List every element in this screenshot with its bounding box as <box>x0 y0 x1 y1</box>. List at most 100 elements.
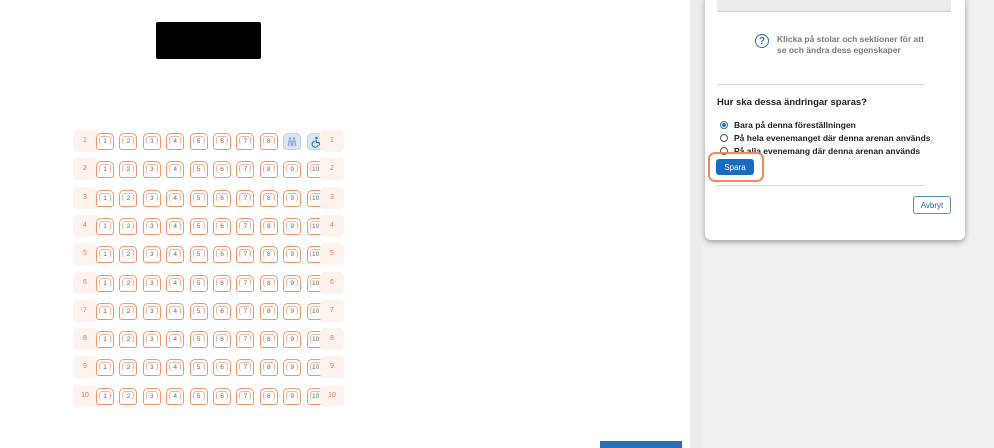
seat[interactable]: 7 <box>236 302 255 320</box>
seat[interactable]: 3 <box>142 189 161 207</box>
seat[interactable]: 3 <box>142 302 161 320</box>
seat[interactable]: 9 <box>283 246 302 264</box>
seat[interactable]: 8 <box>259 161 278 179</box>
seat[interactable]: 3 <box>142 217 161 235</box>
row-label-right[interactable]: 4 <box>326 222 338 229</box>
seat[interactable]: 2 <box>119 331 138 349</box>
seat[interactable]: 3 <box>142 246 161 264</box>
seat[interactable]: 9 <box>283 302 302 320</box>
radio-button[interactable] <box>720 134 728 142</box>
row-label-right[interactable]: 1 <box>326 137 338 144</box>
seat[interactable]: 7 <box>236 246 255 264</box>
seat[interactable]: 8 <box>259 217 278 235</box>
seat[interactable]: 5 <box>189 302 208 320</box>
radio-option-whole-event[interactable]: På hela evenemanget där denna arenan anv… <box>720 133 931 143</box>
seat[interactable]: 3 <box>142 161 161 179</box>
seat[interactable]: 3 <box>142 387 161 405</box>
seat[interactable]: 4 <box>166 387 185 405</box>
seat[interactable]: 6 <box>213 331 231 349</box>
seat[interactable]: 7 <box>236 387 255 405</box>
seat[interactable]: 4 <box>166 133 185 150</box>
seat[interactable]: 1 <box>96 302 114 320</box>
seat[interactable]: 7 <box>236 274 255 292</box>
row-label-right[interactable]: 2 <box>326 165 338 172</box>
row-label-right[interactable]: 9 <box>326 363 338 370</box>
seat[interactable]: 1 <box>96 217 114 235</box>
row-label-left[interactable]: 5 <box>79 250 91 257</box>
seat[interactable]: 4 <box>166 359 185 377</box>
seat[interactable]: 6 <box>213 274 231 292</box>
row-label-right[interactable]: 8 <box>326 335 338 342</box>
seat[interactable]: 2 <box>119 189 138 207</box>
seat[interactable]: 5 <box>189 331 208 349</box>
seat[interactable]: 9 <box>283 274 302 292</box>
seat[interactable]: 8 <box>259 246 278 264</box>
seat[interactable]: 2 <box>119 359 138 377</box>
seat[interactable]: 2 <box>119 133 138 150</box>
seat[interactable]: 1 <box>96 274 114 292</box>
seat[interactable]: 6 <box>213 133 231 150</box>
seat[interactable]: 5 <box>189 189 208 207</box>
seat[interactable]: 4 <box>166 189 185 207</box>
seat[interactable]: 9 <box>283 359 302 377</box>
seat[interactable]: 7 <box>236 133 255 150</box>
row-label-left[interactable]: 3 <box>79 194 91 201</box>
seat[interactable]: 2 <box>119 161 138 179</box>
row-label-left[interactable]: 10 <box>79 392 91 399</box>
seat[interactable]: 1 <box>96 133 114 150</box>
row-label-left[interactable]: 9 <box>79 363 91 370</box>
radio-option-this-show[interactable]: Bara på denna föreställningen <box>720 120 856 130</box>
seat[interactable]: 2 <box>119 217 138 235</box>
seat[interactable]: 8 <box>259 359 278 377</box>
seat[interactable]: 8 <box>259 189 278 207</box>
seat[interactable]: 6 <box>213 189 231 207</box>
row-label-left[interactable]: 1 <box>79 137 91 144</box>
seat[interactable]: 4 <box>166 274 185 292</box>
seat[interactable]: 2 <box>119 274 138 292</box>
cancel-button[interactable]: Avbryt <box>913 196 951 214</box>
seat[interactable]: 9 <box>283 217 302 235</box>
seat[interactable]: 9 <box>283 161 302 179</box>
seat[interactable]: 8 <box>259 331 278 349</box>
seat[interactable]: 7 <box>236 189 255 207</box>
seat[interactable]: 5 <box>189 359 208 377</box>
seat[interactable]: 6 <box>213 387 231 405</box>
seat[interactable]: 1 <box>96 161 114 179</box>
seat[interactable]: 4 <box>166 331 185 349</box>
seat[interactable]: 2 <box>119 387 138 405</box>
seat[interactable]: 6 <box>213 217 231 235</box>
seat-companion-seat[interactable] <box>283 133 302 150</box>
seat[interactable]: 6 <box>213 161 231 179</box>
seat[interactable]: 5 <box>189 387 208 405</box>
save-button[interactable]: Spara <box>716 159 754 175</box>
seatmap-canvas[interactable]: 1 1 2 3 4 5 6 7 8 1 2 1 2 3 4 5 6 7 8 9 10 2 3 1 2 3 4 5 6 7 8 9 10 3 4 1 2 3… <box>0 0 690 448</box>
row-label-left[interactable]: 7 <box>79 307 91 314</box>
seat[interactable]: 7 <box>236 161 255 179</box>
seat[interactable]: 7 <box>236 331 255 349</box>
seat[interactable]: 4 <box>166 161 185 179</box>
seat[interactable]: 7 <box>236 217 255 235</box>
seat[interactable]: 5 <box>189 161 208 179</box>
row-label-left[interactable]: 2 <box>79 165 91 172</box>
row-label-left[interactable]: 6 <box>79 279 91 286</box>
seat[interactable]: 2 <box>119 302 138 320</box>
row-label-right[interactable]: 5 <box>326 250 338 257</box>
seat[interactable]: 4 <box>166 246 185 264</box>
seat[interactable]: 1 <box>96 387 114 405</box>
seat[interactable]: 2 <box>119 246 138 264</box>
seat[interactable]: 3 <box>142 274 161 292</box>
row-label-right[interactable]: 10 <box>326 392 338 399</box>
seat[interactable]: 1 <box>96 246 114 264</box>
seat[interactable]: 8 <box>259 133 278 150</box>
seat[interactable]: 9 <box>283 331 302 349</box>
seat[interactable]: 6 <box>213 246 231 264</box>
radio-button-checked[interactable] <box>720 121 728 129</box>
seat[interactable]: 5 <box>189 133 208 150</box>
stage-block[interactable] <box>156 22 261 59</box>
seat[interactable]: 5 <box>189 217 208 235</box>
row-label-left[interactable]: 8 <box>79 335 91 342</box>
seat[interactable]: 9 <box>283 189 302 207</box>
seat[interactable]: 4 <box>166 302 185 320</box>
seat[interactable]: 8 <box>259 302 278 320</box>
seat[interactable]: 1 <box>96 359 114 377</box>
